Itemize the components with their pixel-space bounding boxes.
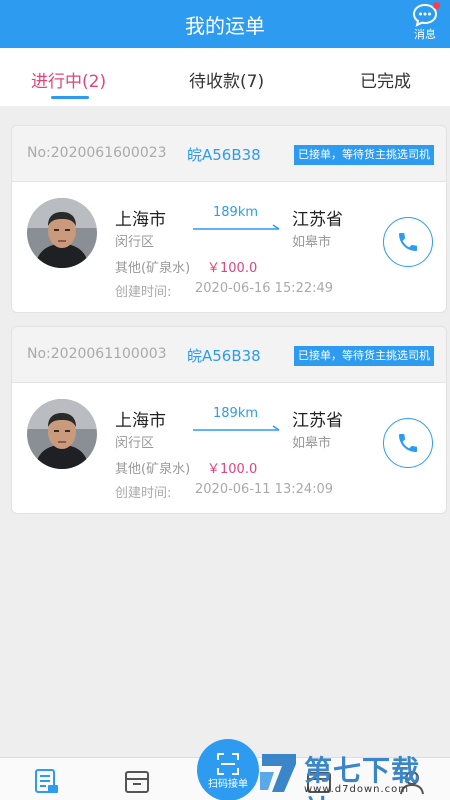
app-header: 我的运单 消息 bbox=[0, 0, 450, 48]
page-title: 我的运单 bbox=[185, 14, 265, 38]
freight-price: ￥100.0 bbox=[207, 462, 258, 477]
phone-icon bbox=[399, 233, 417, 251]
created-time-value: 2020-06-16 15:22:49 bbox=[195, 281, 334, 296]
scan-accept-order-button[interactable]: 扫码接单 bbox=[197, 739, 259, 800]
scan-label: 扫码接单 bbox=[208, 779, 248, 790]
tab-in-progress[interactable]: 进行中(2) bbox=[31, 67, 106, 92]
order-card-header: No:2020061600023 皖A56B38 已接单，等待货主挑选司机 bbox=[12, 126, 446, 182]
order-card-header: No:2020061100003 皖A56B38 已接单，等待货主挑选司机 bbox=[12, 327, 446, 383]
route-arrow-icon bbox=[193, 425, 280, 431]
origin-district: 闵行区 bbox=[115, 235, 155, 250]
chat-bubble-icon bbox=[412, 2, 440, 27]
scan-icon bbox=[217, 753, 239, 775]
destination-city: 如皋市 bbox=[292, 235, 332, 250]
watermark-url: www.d7down.com bbox=[304, 784, 410, 795]
status-badge: 已接单，等待货主挑选司机 bbox=[294, 346, 434, 366]
origin-district: 闵行区 bbox=[115, 436, 155, 451]
origin-city: 上海市 bbox=[115, 411, 166, 431]
tab-completed[interactable]: 已完成 bbox=[360, 67, 411, 92]
license-plate: 皖A56B38 bbox=[187, 146, 261, 164]
cargo-box-icon[interactable] bbox=[123, 768, 151, 796]
tab-bar: 进行中(2) 待收款(7) 已完成 bbox=[0, 48, 450, 106]
messages-button[interactable]: 消息 bbox=[408, 2, 442, 43]
route-distance: 189km bbox=[213, 406, 259, 421]
route-arrow-icon bbox=[193, 224, 280, 230]
license-plate: 皖A56B38 bbox=[187, 347, 261, 365]
destination-province: 江苏省 bbox=[292, 411, 343, 431]
created-time-value: 2020-06-11 13:24:09 bbox=[195, 482, 334, 497]
active-tab-indicator bbox=[51, 96, 89, 99]
origin-city: 上海市 bbox=[115, 210, 166, 230]
avatar bbox=[27, 198, 97, 268]
unread-dot bbox=[433, 2, 440, 9]
phone-icon bbox=[399, 434, 417, 452]
cargo-type: 其他(矿泉水) bbox=[115, 462, 191, 477]
status-badge: 已接单，等待货主挑选司机 bbox=[294, 145, 434, 165]
waybill-document-icon[interactable] bbox=[33, 768, 61, 796]
destination-province: 江苏省 bbox=[292, 210, 343, 230]
messages-label: 消息 bbox=[414, 28, 436, 41]
cargo-type: 其他(矿泉水) bbox=[115, 261, 191, 276]
freight-price: ￥100.0 bbox=[207, 261, 258, 276]
created-time-label: 创建时间: bbox=[115, 285, 172, 300]
site-watermark: 第七下载站 www.d7down.com bbox=[256, 748, 446, 800]
destination-city: 如皋市 bbox=[292, 436, 332, 451]
order-card[interactable]: No:2020061100003 皖A56B38 已接单，等待货主挑选司机 上海… bbox=[11, 326, 447, 514]
route-distance: 189km bbox=[213, 205, 259, 220]
avatar bbox=[27, 399, 97, 469]
order-number: No:2020061600023 bbox=[27, 145, 167, 161]
created-time-label: 创建时间: bbox=[115, 486, 172, 501]
watermark-logo-icon bbox=[260, 754, 296, 792]
tab-pending-payment[interactable]: 待收款(7) bbox=[189, 67, 264, 92]
call-button[interactable] bbox=[383, 418, 433, 468]
call-button[interactable] bbox=[383, 217, 433, 267]
order-card[interactable]: No:2020061600023 皖A56B38 已接单，等待货主挑选司机 上海… bbox=[11, 125, 447, 313]
order-number: No:2020061100003 bbox=[27, 346, 167, 362]
